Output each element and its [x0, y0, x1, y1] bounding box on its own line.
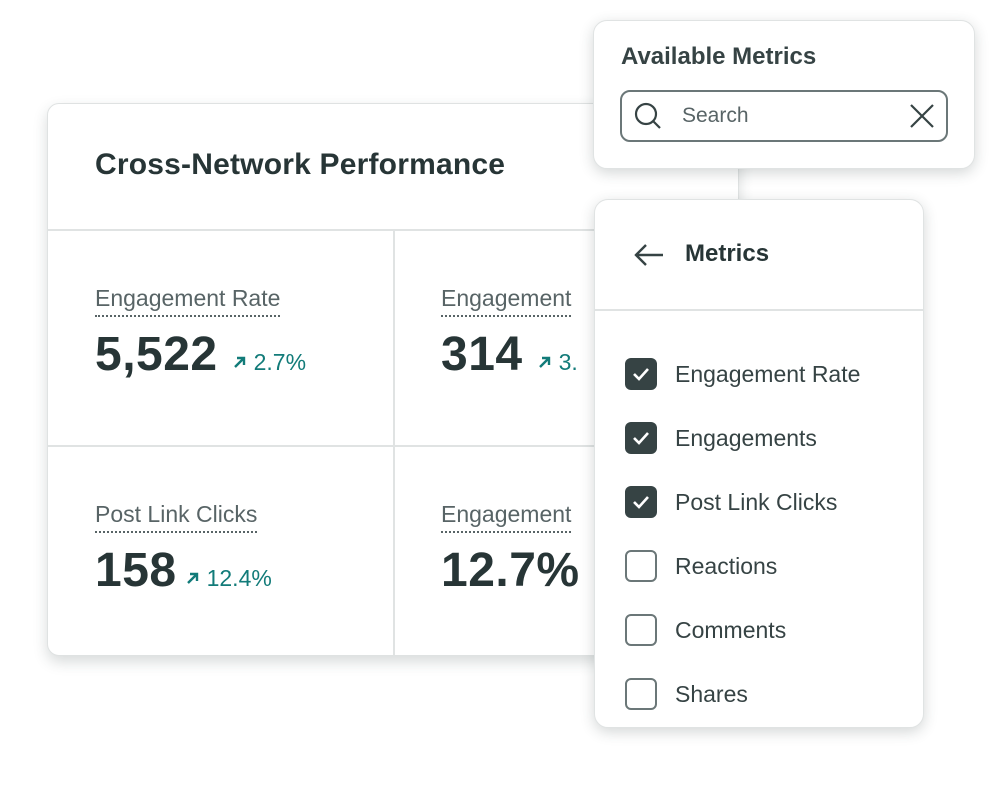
- trend-up-icon: [233, 356, 245, 368]
- trend-up-icon: [538, 356, 550, 368]
- metric-value: 12.7%: [441, 544, 580, 597]
- search-input[interactable]: [680, 103, 904, 129]
- metric-option-label: Comments: [675, 616, 787, 643]
- checkbox-unchecked[interactable]: [625, 678, 657, 710]
- checkbox-unchecked[interactable]: [625, 550, 657, 582]
- metric-value: 158: [95, 544, 177, 597]
- metric-option-label: Shares: [675, 680, 748, 707]
- metric-option[interactable]: Shares: [625, 662, 860, 726]
- metric-option-label: Engagement Rate: [675, 360, 861, 387]
- metrics-menu-title: Metrics: [685, 240, 770, 267]
- metric-value: 314: [441, 328, 523, 381]
- checkbox-checked[interactable]: [625, 358, 657, 390]
- metrics-menu-popover: Metrics Engagement Rate Engagements Post…: [594, 199, 924, 728]
- checkbox-checked[interactable]: [625, 486, 657, 518]
- metric-label[interactable]: Engagement: [441, 285, 572, 317]
- available-metrics-popover: Available Metrics: [593, 20, 975, 169]
- metric-option-label: Reactions: [675, 552, 778, 579]
- close-icon[interactable]: [908, 102, 936, 130]
- metric-change-value: 12.4%: [206, 565, 272, 591]
- popover-title: Available Metrics: [621, 43, 817, 70]
- checkmark-icon: [633, 368, 649, 381]
- metric-option[interactable]: Engagement Rate: [625, 342, 860, 406]
- metric-option[interactable]: Post Link Clicks: [625, 470, 860, 534]
- search-icon: [632, 100, 664, 132]
- checkbox-unchecked[interactable]: [625, 614, 657, 646]
- card-title: Cross-Network Performance: [95, 148, 506, 181]
- metrics-list: Engagement Rate Engagements Post Link Cl…: [625, 342, 860, 726]
- metric-option[interactable]: Reactions: [625, 534, 860, 598]
- checkmark-icon: [633, 496, 649, 509]
- metric-change-value: 3.: [558, 349, 578, 375]
- metric-tile: Post Link Clicks 158 12.4%: [95, 501, 425, 598]
- trend-up-icon: [186, 572, 198, 584]
- metric-label[interactable]: Post Link Clicks: [95, 501, 258, 533]
- metric-change: 2.7%: [232, 349, 306, 376]
- metric-value: 5,522: [95, 328, 218, 381]
- search-field[interactable]: [620, 90, 948, 142]
- arrow-left-icon[interactable]: [633, 240, 665, 270]
- metric-change-value: 2.7%: [253, 349, 307, 375]
- metric-change: 3.: [537, 349, 578, 376]
- metric-change: 12.4%: [185, 565, 272, 592]
- metrics-menu-header: Metrics: [595, 200, 923, 311]
- checkbox-checked[interactable]: [625, 422, 657, 454]
- metric-label[interactable]: Engagement Rate: [95, 285, 281, 317]
- metric-option-label: Post Link Clicks: [675, 488, 838, 515]
- metric-option-label: Engagements: [675, 424, 817, 451]
- metric-tile: Engagement Rate 5,522 2.7%: [95, 285, 425, 382]
- metric-label[interactable]: Engagement: [441, 501, 572, 533]
- metric-option[interactable]: Engagements: [625, 406, 860, 470]
- metric-option[interactable]: Comments: [625, 598, 860, 662]
- checkmark-icon: [633, 432, 649, 445]
